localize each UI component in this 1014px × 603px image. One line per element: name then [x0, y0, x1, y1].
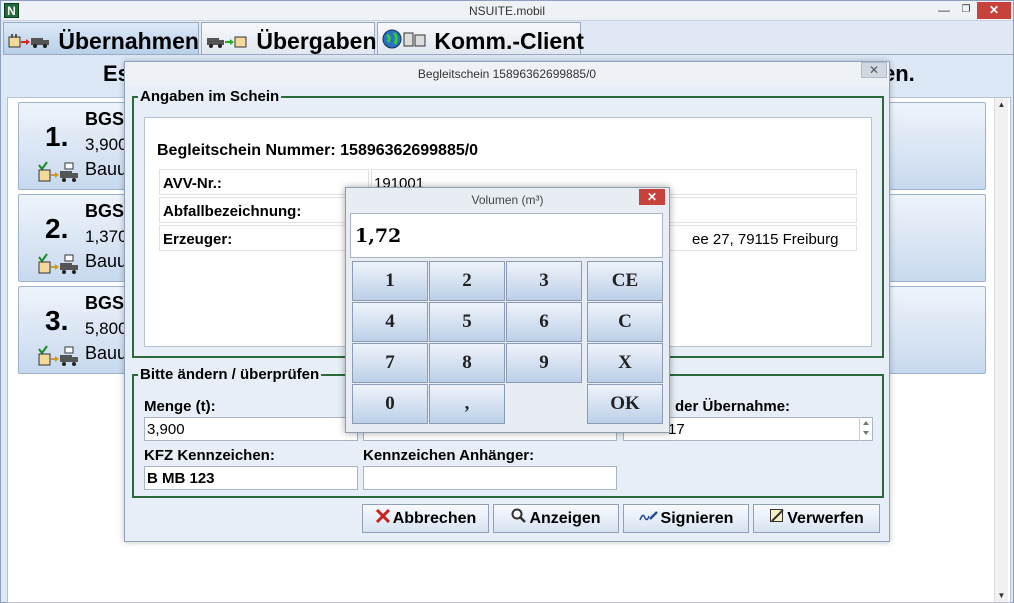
info-row-label: Erzeuger: — [159, 225, 369, 251]
anhaenger-input[interactable] — [363, 466, 617, 490]
handover-out-icon — [206, 25, 248, 57]
anhaenger-label: Kennzeichen Anhänger: — [363, 447, 535, 464]
globe-client-icon — [382, 25, 426, 57]
key-4[interactable]: 4 — [352, 302, 428, 342]
window-title: NSUITE.mobil — [468, 4, 545, 18]
signature-pen-icon — [638, 505, 659, 532]
key-7[interactable]: 7 — [352, 343, 428, 383]
key-3[interactable]: 3 — [506, 261, 582, 301]
verwerfen-button[interactable]: Verwerfen — [753, 504, 880, 533]
kfz-label: KFZ Kennzeichen: — [144, 447, 275, 464]
cancel-x-icon — [375, 505, 391, 532]
uebernahme-date-label: der Übernahme: — [675, 398, 791, 415]
group-aendern-legend: Bitte ändern / überprüfen — [138, 366, 322, 384]
discard-icon — [769, 505, 785, 532]
list-item-quantity: 3,900 — [85, 135, 128, 154]
key-0[interactable]: 0 — [352, 384, 428, 424]
volumen-close-button[interactable]: ✕ — [639, 189, 665, 205]
key-ce[interactable]: CE — [587, 261, 663, 301]
tab-komm-client[interactable]: Komm.-Client — [377, 22, 584, 57]
key-5[interactable]: 5 — [429, 302, 505, 342]
verwerfen-label: Verwerfen — [787, 510, 864, 527]
handover-in-icon — [8, 25, 50, 57]
list-item-number: 3. — [45, 305, 69, 336]
list-item-code: BGS — [85, 109, 125, 129]
close-button[interactable]: ✕ — [977, 2, 1011, 19]
vertical-scrollbar[interactable]: ▲ ▼ — [994, 98, 1008, 602]
info-row-label: Abfallbezeichnung: — [159, 197, 369, 223]
anzeigen-button[interactable]: Anzeigen — [493, 504, 619, 533]
tab-uebernahmen[interactable]: Übernahmen — [3, 22, 199, 54]
signieren-label: Signieren — [660, 510, 734, 527]
key-x[interactable]: X — [587, 343, 663, 383]
title-bar: N NSUITE.mobil — ❐ ✕ — [1, 1, 1013, 21]
key-1[interactable]: 1 — [352, 261, 428, 301]
key-comma[interactable]: , — [429, 384, 505, 424]
tab-uebergaben[interactable]: Übergaben — [201, 22, 377, 57]
dialog-title: Begleitschein 15896362699885/0 — [125, 62, 889, 86]
volumen-dialog: Volumen (m³) ✕ 1,72 1 2 3 CE 4 5 6 C 7 8… — [345, 187, 670, 433]
signieren-button[interactable]: Signieren — [623, 504, 749, 533]
magnifier-icon — [511, 505, 527, 532]
volumen-display[interactable]: 1,72 — [350, 213, 663, 258]
tab-komm-client-label: Komm.-Client — [434, 27, 584, 54]
begleitschein-number: Begleitschein Nummer: 15896362699885/0 — [157, 142, 479, 159]
key-8[interactable]: 8 — [429, 343, 505, 383]
maximize-button[interactable]: ❐ — [955, 2, 977, 19]
menge-input[interactable]: 3,900 — [144, 417, 358, 441]
kfz-input[interactable]: B MB 123 — [144, 466, 358, 490]
list-item-quantity: 5,800 — [85, 319, 128, 338]
tab-uebergaben-label: Übergaben — [256, 27, 377, 54]
list-item-number: 2. — [45, 213, 69, 244]
list-item-description: Bauu — [85, 343, 128, 363]
volumen-dialog-title: Volumen (m³) — [471, 193, 544, 207]
abbrechen-label: Abbrechen — [392, 510, 477, 527]
list-item-number: 1. — [45, 121, 69, 152]
list-item-code: BGS — [85, 293, 125, 313]
tab-uebernahmen-label: Übernahmen — [58, 27, 199, 54]
info-row-label: AVV-Nr.: — [159, 169, 369, 195]
abbrechen-button[interactable]: Abbrechen — [362, 504, 489, 533]
list-item-code: BGS — [85, 201, 125, 221]
anzeigen-label: Anzeigen — [529, 510, 601, 527]
date-spinner[interactable] — [859, 417, 872, 441]
list-item-description: Bauu — [85, 251, 128, 271]
key-9[interactable]: 9 — [506, 343, 582, 383]
scroll-up-icon[interactable]: ▲ — [995, 98, 1008, 111]
key-c[interactable]: C — [587, 302, 663, 342]
handover-status-icon — [37, 253, 79, 280]
list-item-description: Bauu — [85, 159, 128, 179]
menge-label: Menge (t): — [144, 398, 216, 415]
scroll-down-icon[interactable]: ▼ — [995, 589, 1008, 602]
handover-status-icon — [37, 345, 79, 372]
dialog-close-button[interactable]: ✕ — [861, 62, 887, 78]
key-6[interactable]: 6 — [506, 302, 582, 342]
handover-status-icon — [37, 161, 79, 188]
key-ok[interactable]: OK — [587, 384, 663, 424]
list-item-quantity: 1,370 — [85, 227, 128, 246]
minimize-button[interactable]: — — [933, 2, 955, 19]
group-angaben-legend: Angaben im Schein — [138, 88, 282, 106]
key-2[interactable]: 2 — [429, 261, 505, 301]
